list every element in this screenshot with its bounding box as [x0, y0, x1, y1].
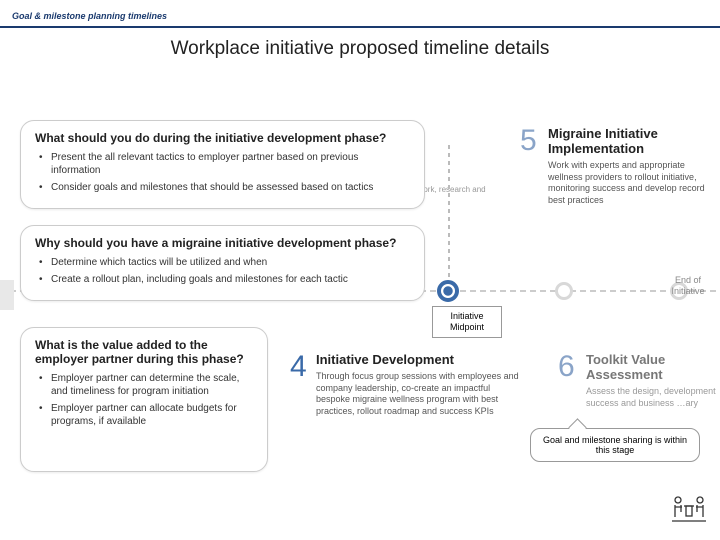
- list-item: Create a rollout plan, including goals a…: [39, 273, 410, 286]
- card-value: What is the value added to the employer …: [20, 327, 268, 472]
- step-5-title: Migraine Initiative Implementation: [548, 126, 708, 156]
- breadcrumb-bar: Goal & milestone planning timelines: [0, 0, 720, 28]
- step-6-number: 6: [558, 350, 575, 384]
- card-why: Why should you have a migraine initiativ…: [20, 225, 425, 301]
- connector-line: [448, 145, 450, 285]
- end-label: End of Initiative: [662, 275, 714, 297]
- step-5-block: Migraine Initiative Implementation Work …: [548, 126, 708, 207]
- step-6-block: Toolkit Value Assessment Assess the desi…: [586, 352, 716, 409]
- list-item: Employer partner can determine the scale…: [39, 372, 253, 398]
- step-5-number: 5: [520, 124, 537, 158]
- left-edge-marker: [0, 280, 14, 310]
- card-a-heading: What should you do during the initiative…: [35, 131, 410, 145]
- card-a-list: Present the all relevant tactics to empl…: [35, 151, 410, 194]
- callout-bubble: Goal and milestone sharing is within thi…: [530, 428, 700, 462]
- timeline-node-midpoint: [437, 280, 459, 302]
- page-title: Workplace initiative proposed timeline d…: [0, 38, 720, 60]
- card-b-heading: Why should you have a migraine initiativ…: [35, 236, 410, 250]
- timeline-node-2: [555, 282, 573, 300]
- list-item: Consider goals and milestones that shoul…: [39, 181, 410, 194]
- card-b-list: Determine which tactics will be utilized…: [35, 256, 410, 286]
- step-4-title: Initiative Development: [316, 352, 526, 367]
- step-6-body: Assess the design, development success a…: [586, 386, 716, 409]
- card-c-list: Employer partner can determine the scale…: [35, 372, 253, 428]
- breadcrumb-text: Goal & milestone planning timelines: [12, 11, 167, 21]
- list-item: Determine which tactics will be utilized…: [39, 256, 410, 269]
- list-item: Employer partner can allocate budgets fo…: [39, 402, 253, 428]
- meeting-icon: [672, 493, 706, 530]
- step-5-body: Work with experts and appropriate wellne…: [548, 160, 708, 207]
- step-4-block: Initiative Development Through focus gro…: [316, 352, 526, 418]
- card-c-heading: What is the value added to the employer …: [35, 338, 253, 366]
- list-item: Present the all relevant tactics to empl…: [39, 151, 410, 177]
- card-what-to-do: What should you do during the initiative…: [20, 120, 425, 209]
- midpoint-label: Initiative Midpoint: [432, 306, 502, 338]
- callout-text: Goal and milestone sharing is within thi…: [543, 435, 687, 455]
- step-4-body: Through focus group sessions with employ…: [316, 371, 526, 418]
- step-4-number: 4: [290, 350, 307, 384]
- step-6-title: Toolkit Value Assessment: [586, 352, 716, 382]
